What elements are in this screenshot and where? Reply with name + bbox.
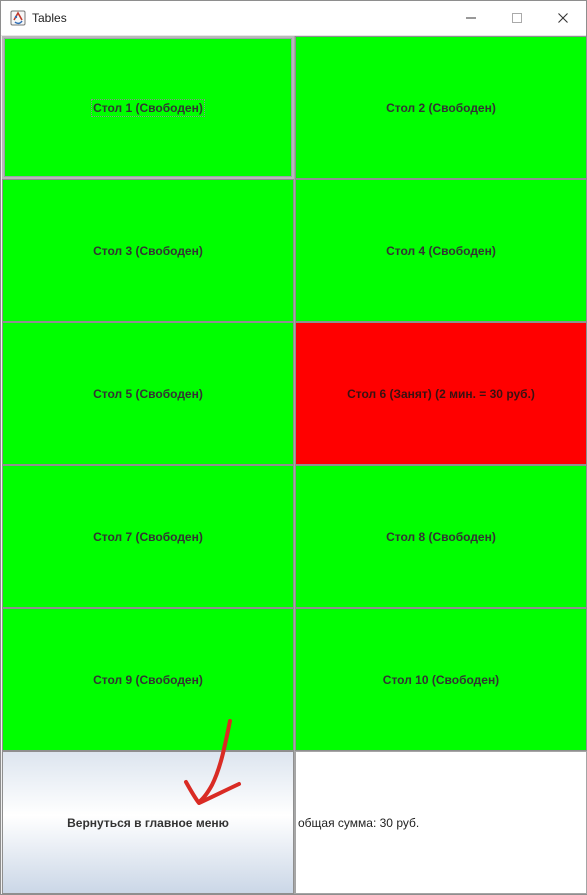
table-button-4[interactable]: Стол 4 (Свободен) — [295, 179, 587, 322]
maximize-icon — [512, 13, 522, 23]
tables-window: Tables Стол 1 (Свободен) Стол 2 (Свободе… — [0, 0, 587, 895]
table-button-5[interactable]: Стол 5 (Свободен) — [2, 322, 294, 465]
table-button-8[interactable]: Стол 8 (Свободен) — [295, 465, 587, 608]
minimize-button[interactable] — [448, 1, 494, 35]
table-label: Стол 10 (Свободен) — [382, 672, 500, 687]
table-button-9[interactable]: Стол 9 (Свободен) — [2, 608, 294, 751]
table-label: Стол 9 (Свободен) — [93, 672, 203, 687]
table-label: Стол 7 (Свободен) — [93, 529, 203, 544]
java-app-icon — [10, 10, 26, 26]
back-to-main-menu-button[interactable]: Вернуться в главное меню — [2, 751, 294, 894]
window-title: Tables — [32, 11, 67, 25]
table-button-10[interactable]: Стол 10 (Свободен) — [295, 608, 587, 751]
table-button-6[interactable]: Стол 6 (Занят) (2 мин. = 30 руб.) — [295, 322, 587, 465]
close-icon — [558, 13, 568, 23]
table-button-1[interactable]: Стол 1 (Свободен) — [2, 36, 294, 179]
table-label: Стол 3 (Свободен) — [93, 243, 203, 258]
back-button-label: Вернуться в главное меню — [67, 815, 229, 830]
table-label: Стол 8 (Свободен) — [386, 529, 496, 544]
minimize-icon — [466, 17, 476, 19]
close-button[interactable] — [540, 1, 586, 35]
table-label: Стол 5 (Свободен) — [93, 386, 203, 401]
table-label: Стол 6 (Занят) (2 мин. = 30 руб.) — [347, 386, 535, 401]
table-label: Стол 2 (Свободен) — [386, 100, 496, 115]
table-label: Стол 1 (Свободен) — [91, 98, 205, 117]
tables-grid: Стол 1 (Свободен) Стол 2 (Свободен) Стол… — [2, 36, 587, 894]
table-button-2[interactable]: Стол 2 (Свободен) — [295, 36, 587, 179]
table-button-3[interactable]: Стол 3 (Свободен) — [2, 179, 294, 322]
table-button-7[interactable]: Стол 7 (Свободен) — [2, 465, 294, 608]
window-controls — [448, 1, 586, 35]
title-bar[interactable]: Tables — [1, 1, 586, 36]
total-label: общая сумма: 30 руб. — [298, 815, 420, 830]
maximize-button[interactable] — [494, 1, 540, 35]
table-label: Стол 4 (Свободен) — [386, 243, 496, 258]
total-summary: общая сумма: 30 руб. — [295, 751, 587, 894]
